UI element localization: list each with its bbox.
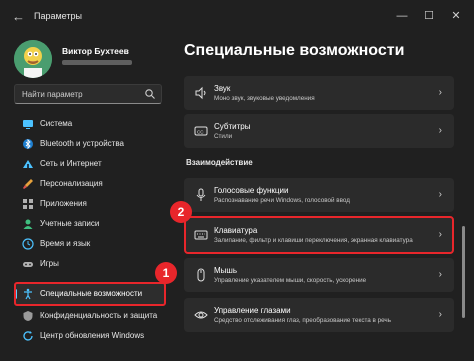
close-button[interactable]: ✕ (447, 8, 465, 24)
bluetooth-icon (23, 138, 33, 150)
user-email-redacted (62, 60, 132, 65)
microphone-icon (196, 188, 206, 201)
sidebar-item-label: Bluetooth и устройства (40, 139, 124, 148)
user-name: Виктор Бухтеев (62, 46, 129, 56)
back-arrow-icon[interactable]: ← (12, 10, 26, 24)
chevron-right-icon: › (438, 309, 442, 320)
apps-icon (23, 199, 33, 209)
person-icon (23, 219, 33, 229)
settings-card-eye-control[interactable]: Управление глазами Средство отслеживания… (184, 298, 454, 332)
chevron-right-icon: › (438, 125, 442, 136)
card-subtitle: Средство отслеживания глаз, преобразован… (214, 317, 391, 324)
sidebar-item-label: Конфиденциальность и защита (40, 311, 158, 320)
settings-card-mouse[interactable]: Мышь Управление указателем мыши, скорост… (184, 258, 454, 292)
speaker-icon (195, 86, 206, 100)
chevron-right-icon: › (438, 87, 442, 98)
sidebar-item-time-language[interactable]: Время и язык (14, 234, 166, 254)
settings-card-sound[interactable]: Звук Моно звук, звуковые уведомления › (184, 76, 454, 110)
card-title: Голосовые функции (214, 186, 289, 195)
sidebar-item-gaming[interactable]: Игры (14, 254, 166, 274)
update-icon (23, 331, 33, 341)
sidebar-item-label: Игры (40, 259, 59, 268)
settings-card-speech[interactable]: Голосовые функции Распознавание речи Win… (184, 178, 454, 212)
minimize-button[interactable]: — (393, 8, 411, 24)
sidebar-item-label: Учетные записи (40, 219, 100, 228)
card-subtitle: Моно звук, звуковые уведомления (214, 95, 315, 102)
search-icon (145, 89, 155, 99)
highlight-frame-keyboard (184, 216, 454, 254)
sidebar-item-network[interactable]: Сеть и Интернет (14, 154, 166, 174)
chevron-right-icon: › (438, 189, 442, 200)
sidebar-item-privacy[interactable]: Конфиденциальность и защита (14, 306, 166, 326)
gamepad-icon (23, 262, 33, 267)
highlight-frame-accessibility (14, 282, 166, 306)
window-title: Параметры (34, 11, 82, 21)
sidebar-item-personalization[interactable]: Персонализация (14, 174, 166, 194)
svg-text:CC: CC (197, 130, 204, 135)
card-title: Мышь (214, 266, 237, 275)
sidebar-item-label: Приложения (40, 199, 87, 208)
monitor-icon (23, 120, 33, 129)
search-input[interactable]: Найти параметр (14, 84, 162, 104)
card-subtitle: Распознавание речи Windows, голосовой вв… (214, 197, 350, 204)
sidebar-item-apps[interactable]: Приложения (14, 194, 166, 214)
scrollbar[interactable] (462, 226, 465, 318)
page-title: Специальные возможности (184, 42, 405, 59)
card-title: Звук (214, 84, 231, 93)
sidebar-item-label: Центр обновления Windows (40, 331, 145, 340)
mouse-icon (197, 268, 205, 282)
sidebar-item-label: Сеть и Интернет (40, 159, 102, 168)
globe-clock-icon (22, 238, 34, 250)
sidebar-item-system[interactable]: Система (14, 114, 166, 134)
eye-icon (194, 311, 208, 319)
captions-icon: CC (194, 126, 208, 136)
sidebar-item-label: Система (40, 119, 73, 128)
wifi-icon (23, 160, 33, 168)
brush-icon (23, 179, 33, 189)
step-badge-2: 2 (170, 201, 192, 223)
settings-card-captions[interactable]: CC Субтитры Стили › (184, 114, 454, 148)
sidebar-item-label: Персонализация (40, 179, 103, 188)
sidebar-item-label: Время и язык (40, 239, 91, 248)
sidebar-item-accounts[interactable]: Учетные записи (14, 214, 166, 234)
search-placeholder: Найти параметр (22, 90, 83, 99)
card-title: Управление глазами (214, 306, 291, 315)
card-subtitle: Стили (214, 133, 233, 140)
sidebar-item-windows-update[interactable]: Центр обновления Windows (14, 326, 166, 346)
avatar[interactable] (14, 40, 52, 78)
maximize-button[interactable]: ☐ (420, 8, 438, 24)
title-bar: ← Параметры — ☐ ✕ (0, 0, 474, 34)
section-title: Взаимодействие (186, 158, 253, 167)
step-badge-1: 1 (155, 262, 177, 284)
chevron-right-icon: › (438, 269, 442, 280)
card-title: Субтитры (214, 122, 251, 131)
card-subtitle: Управление указателем мыши, скорость, ус… (214, 277, 367, 284)
shield-icon (23, 311, 33, 321)
sidebar-item-bluetooth[interactable]: Bluetooth и устройства (14, 134, 166, 154)
